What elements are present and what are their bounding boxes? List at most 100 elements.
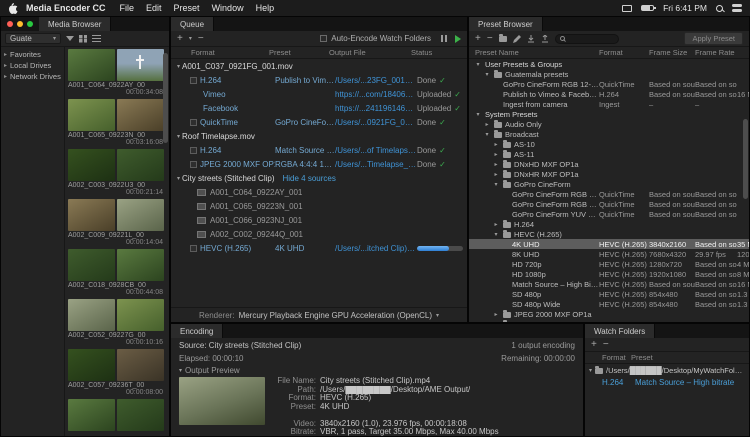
chevron-down-icon[interactable]: ▾ <box>483 71 491 78</box>
clip-name[interactable]: A002_C003_0922U3_00 <box>68 182 164 189</box>
chevron-down-icon[interactable]: ▾ <box>177 175 180 182</box>
app-menu-title[interactable]: Media Encoder CC <box>20 3 112 13</box>
clip-thumbnail[interactable] <box>68 49 115 81</box>
output-checkbox[interactable] <box>190 119 197 126</box>
chevron-down-icon[interactable]: ▾ <box>177 63 180 70</box>
thumbnail-view-icon[interactable] <box>79 35 87 43</box>
watch-folder-output-row[interactable]: H.264 Match Source – High bitrate <box>585 376 749 388</box>
menu-preset[interactable]: Preset <box>168 3 206 13</box>
output-format-link[interactable]: Facebook <box>203 104 238 113</box>
tree-item-network-drives[interactable]: ▸Network Drives <box>1 71 64 82</box>
chevron-down-icon[interactable]: ▾ <box>474 111 482 118</box>
import-preset-icon[interactable] <box>527 35 535 43</box>
output-file-link[interactable]: /Users/...of Timelapse.mp4 <box>335 146 417 155</box>
chevron-right-icon[interactable]: ▸ <box>492 311 500 318</box>
output-checkbox[interactable] <box>190 147 197 154</box>
clip-name[interactable]: A001_C064_0922AY_00 <box>68 82 164 89</box>
menu-bar-clock[interactable]: Fri 6:41 PM <box>663 3 707 13</box>
preset-row[interactable]: HD 1080pHEVC (H.265)1920x1080Based on so… <box>469 269 749 279</box>
renderer-select[interactable]: Mercury Playback Engine GPU Acceleration… <box>239 311 432 320</box>
output-format-link[interactable]: HEVC (H.265) <box>200 244 251 253</box>
clip-thumbnail[interactable] <box>117 349 164 381</box>
preset-folder-row[interactable]: ▸Audio Only <box>469 119 749 129</box>
export-preset-icon[interactable] <box>541 35 549 43</box>
preset-folder-row[interactable]: ▾Guatemala presets <box>469 69 749 79</box>
preset-folder-row[interactable]: ▸MPEG-2 <box>469 319 749 322</box>
watch-folder-row[interactable]: ▾ /Users/██████/Desktop/MyWatchFolder <box>585 364 749 376</box>
battery-icon[interactable] <box>641 5 654 11</box>
queue-source-row[interactable]: ▾Roof Timelapse.mov <box>171 129 467 143</box>
output-preset-link[interactable]: RGBA 4:4:4 12-bit (BC... <box>275 160 335 169</box>
watch-folder-format[interactable]: H.264 <box>589 378 635 387</box>
hide-sources-link[interactable]: Hide 4 sources <box>282 174 335 183</box>
output-preset-link[interactable]: Publish to Vimeo & Face... <box>275 76 335 85</box>
preset-row[interactable]: SD 480pHEVC (H.265)854x480Based on sou1.… <box>469 289 749 299</box>
column-output-file[interactable]: Output File <box>329 48 411 57</box>
preset-folder-row[interactable]: ▾Broadcast <box>469 129 749 139</box>
clip-name[interactable]: A001_C065_09223N_00 <box>68 132 164 139</box>
queue-publish-row[interactable]: Facebookhttps://...24119614602283Uploade… <box>171 101 467 115</box>
create-preset-button[interactable]: + <box>475 35 481 43</box>
queue-output-row[interactable]: HEVC (H.265)4K UHD/Users/...itched Clip)… <box>171 241 467 255</box>
new-group-icon[interactable] <box>499 36 507 42</box>
preset-folder-row[interactable]: ▾HEVC (H.265) <box>469 229 749 239</box>
close-window-button[interactable] <box>7 21 13 27</box>
output-checkbox[interactable] <box>190 161 197 168</box>
queue-publish-row[interactable]: Vimeohttps://...com/184066142Uploaded✓ <box>171 87 467 101</box>
tab-media-browser[interactable]: Media Browser <box>39 17 111 31</box>
clip-thumbnail[interactable] <box>68 249 115 281</box>
queue-stitch-source-row[interactable]: A001_C065_09223N_001 <box>171 199 467 213</box>
apply-preset-button[interactable]: Apply Preset <box>684 32 743 45</box>
watch-folder-preset[interactable]: Match Source – High bitrate <box>635 378 745 387</box>
chevron-right-icon[interactable]: ▸ <box>483 121 491 128</box>
output-format-link[interactable]: H.264 <box>200 146 221 155</box>
preset-row[interactable]: GoPro CineForm RGB 12-bitQuickTimeBased … <box>469 199 749 209</box>
menu-window[interactable]: Window <box>206 3 250 13</box>
spotlight-search-icon[interactable] <box>716 5 723 12</box>
delete-preset-button[interactable]: − <box>487 35 493 43</box>
chevron-down-icon[interactable]: ▾ <box>483 131 491 138</box>
preset-folder-row[interactable]: ▸AS-11 <box>469 149 749 159</box>
menu-help[interactable]: Help <box>250 3 281 13</box>
pause-queue-button[interactable] <box>441 35 447 42</box>
column-status[interactable]: Status <box>411 48 467 57</box>
chevron-down-icon[interactable]: ▾ <box>177 133 180 140</box>
clip-thumbnail[interactable] <box>117 49 164 81</box>
preset-folder-row[interactable]: ▸AS-10 <box>469 139 749 149</box>
preset-row[interactable]: GoPro CineForm YUV 10-bitQuickTimeBased … <box>469 209 749 219</box>
clip-thumbnail[interactable] <box>117 99 164 131</box>
tree-item-local-drives[interactable]: ▸Local Drives <box>1 60 64 71</box>
chevron-right-icon[interactable]: ▸ <box>492 161 500 168</box>
column-frame-size[interactable]: Frame Size <box>649 48 695 57</box>
preset-folder-row[interactable]: ▸DNxHD MXF OP1a <box>469 159 749 169</box>
edit-preset-icon[interactable] <box>513 35 521 43</box>
column-preset[interactable]: Preset <box>631 353 749 362</box>
queue-output-row[interactable]: H.264Publish to Vimeo & Face.../Users/..… <box>171 73 467 87</box>
preset-folder-row[interactable]: ▾GoPro CineForm <box>469 179 749 189</box>
start-queue-button[interactable] <box>455 35 461 43</box>
clip-name[interactable]: A002_C057_09236T_00 <box>68 382 164 389</box>
preset-row[interactable]: Ingest from cameraIngest–– <box>469 99 749 109</box>
output-preset-link[interactable]: 4K UHD <box>275 244 335 253</box>
column-preset[interactable]: Preset <box>269 48 329 57</box>
queue-stitch-source-row[interactable]: A001_C064_0922AY_001 <box>171 185 467 199</box>
clip-thumbnail[interactable] <box>68 199 115 231</box>
filter-icon[interactable] <box>66 36 74 41</box>
clip-thumbnail[interactable] <box>68 99 115 131</box>
preset-row[interactable]: GoPro CineForm RGB 12-bit with alphaQuic… <box>469 189 749 199</box>
output-checkbox[interactable] <box>190 245 197 252</box>
column-format[interactable]: Format <box>599 48 649 57</box>
chevron-down-icon[interactable]: ▾ <box>474 61 482 68</box>
tab-watch-folders[interactable]: Watch Folders <box>585 324 655 338</box>
preset-row[interactable]: HD 720pHEVC (H.265)1280x720Based on sou4… <box>469 259 749 269</box>
control-center-icon[interactable] <box>732 4 742 12</box>
chevron-right-icon[interactable]: ▸ <box>492 151 500 158</box>
clip-name[interactable]: A002_C052_09227G_00 <box>68 332 164 339</box>
clip-thumbnail[interactable] <box>117 199 164 231</box>
tab-preset-browser[interactable]: Preset Browser <box>469 17 543 31</box>
queue-source-row[interactable]: ▾A001_C037_0921FG_001.mov <box>171 59 467 73</box>
add-source-button[interactable]: + <box>177 35 183 43</box>
preset-folder-row[interactable]: ▾User Presets & Groups <box>469 59 749 69</box>
queue-output-row[interactable]: QuickTimeGoPro CineForm RGB 12-.../Users… <box>171 115 467 129</box>
auto-encode-checkbox[interactable] <box>320 35 327 42</box>
